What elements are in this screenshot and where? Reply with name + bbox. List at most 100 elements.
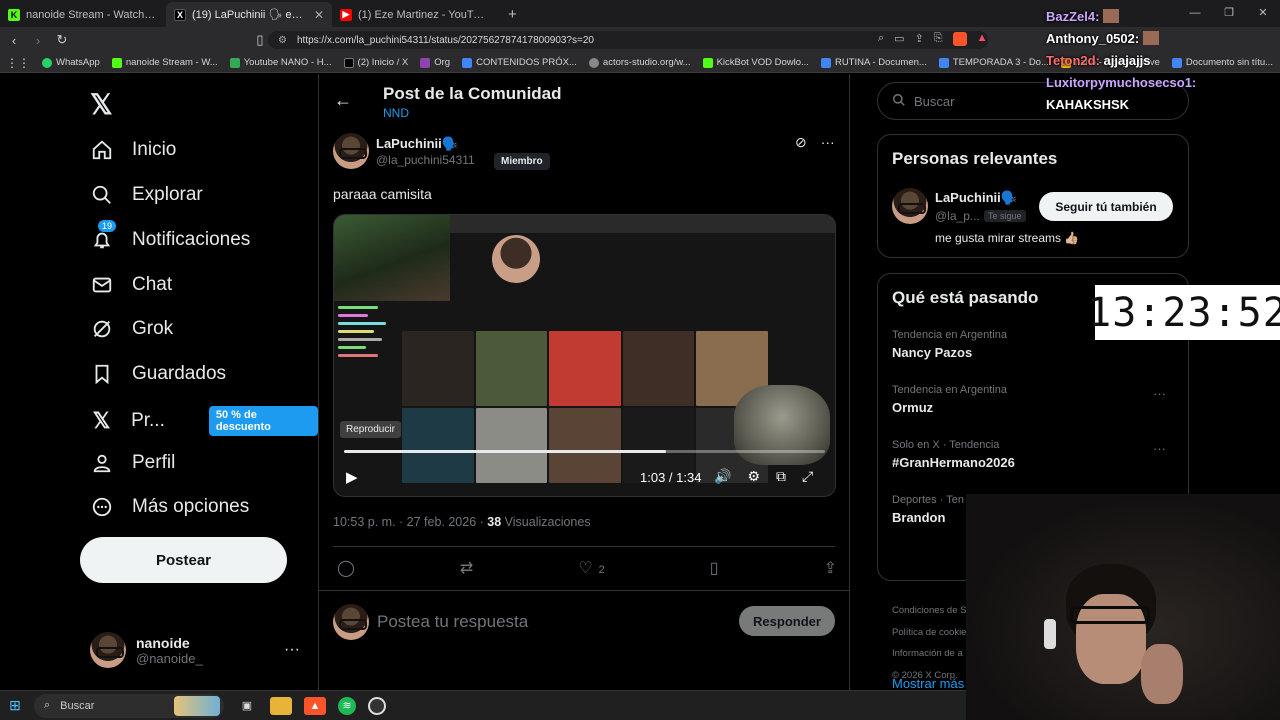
author-avatar[interactable] (892, 188, 928, 224)
forward-icon[interactable]: › (28, 33, 48, 48)
retweet-icon[interactable]: ⇄ (460, 558, 473, 578)
obs-icon[interactable] (368, 696, 386, 715)
tab-x-post[interactable]: X (19) LaPuchinii 🗣 en X: "paraaa ✕ (166, 2, 332, 27)
nav-bookmarks[interactable]: Guardados (90, 362, 226, 386)
close-tab-icon[interactable]: ✕ (314, 8, 324, 22)
more-icon[interactable]: ··· (1153, 441, 1166, 456)
trend-item[interactable]: Tendencia en Argentina Ormuz ··· (892, 384, 1176, 415)
reply-input[interactable]: Postea tu respuesta (377, 612, 528, 632)
tweet-timestamp[interactable]: 10:53 p. m. · 27 feb. 2026 · (333, 515, 487, 529)
settings-icon[interactable]: ⚙ (747, 468, 760, 485)
author-name[interactable]: LaPuchinii🗣️ (935, 190, 1017, 206)
bookmark-contenidos[interactable]: CONTENIDOS PRÓX... (456, 57, 583, 68)
bookmark-x-home[interactable]: (2) Inicio / X (338, 57, 415, 68)
sheet-icon (229, 57, 240, 68)
tab-youtube[interactable]: ▶ (1) Eze Martinez - YouTube (332, 2, 498, 27)
community-name[interactable]: NND (383, 106, 409, 120)
share-icon[interactable]: ⇪ (824, 558, 837, 578)
bookmark-label: Org (434, 57, 451, 68)
bookmark-org[interactable]: Org (414, 57, 456, 68)
task-view-icon[interactable]: ▣ (236, 697, 258, 715)
bookmark-label: actors-studio.org/w... (602, 57, 691, 68)
nav-more[interactable]: Más opciones (90, 495, 249, 519)
doc-icon (820, 57, 831, 68)
footer-link[interactable]: Condiciones de S (892, 600, 966, 622)
account-switcher[interactable]: nanoide @nanoide_ ··· (90, 632, 300, 668)
more-icon[interactable]: ··· (284, 641, 300, 659)
more-icon[interactable]: ··· (1153, 386, 1166, 401)
post-button[interactable]: Postear (80, 537, 287, 583)
apps-icon[interactable]: ⋮⋮ (0, 56, 36, 70)
follow-back-button[interactable]: Seguir tú también (1039, 192, 1173, 221)
fullscreen-icon[interactable]: ⤢ (802, 468, 813, 485)
site-info-icon[interactable]: ⚙ (278, 35, 287, 46)
nav-home[interactable]: Inicio (90, 138, 176, 162)
bookmark-icon[interactable]: ▯ (710, 558, 719, 578)
cast-icon[interactable]: ▭ (894, 32, 904, 46)
back-arrow-icon[interactable]: ← (334, 90, 352, 111)
video-player[interactable]: Reproducir ▶ 1:03 / 1:34 🔊 ⚙ ⧉ ⤢ (333, 214, 836, 497)
bookmark-temporada[interactable]: TEMPORADA 3 - Do... (933, 57, 1055, 68)
trend-topic: #GranHermano2026 (892, 455, 1015, 470)
zoom-icon[interactable]: ⌕ (878, 32, 884, 46)
bookmark-page-icon[interactable]: ▯ (250, 32, 270, 48)
file-explorer-icon[interactable] (270, 696, 292, 715)
footer-link[interactable]: Información de a (892, 643, 966, 665)
chat-user: Teton2d: (1046, 53, 1100, 68)
video-progress-bar[interactable] (344, 450, 825, 453)
nav-profile[interactable]: Perfil (90, 451, 175, 475)
like-button[interactable]: ♡ 2 (578, 558, 604, 578)
taskbar-search-label: Buscar (60, 699, 95, 712)
footer-link[interactable]: Política de cookie (892, 622, 966, 644)
x-logo-icon[interactable]: 𝕏 (90, 88, 113, 121)
windows-start-icon[interactable]: ⊞ (0, 697, 30, 714)
copy-icon[interactable]: ⎘ (934, 32, 943, 46)
trend-context: Solo en X · Tendencia (892, 439, 1000, 451)
reply-button[interactable]: Responder (739, 606, 835, 636)
back-icon[interactable]: ‹ (4, 33, 24, 48)
premium-discount-badge[interactable]: 50 % de descuento (208, 406, 318, 436)
play-icon[interactable]: ▶ (346, 468, 358, 486)
pip-icon[interactable]: ⧉ (776, 468, 786, 485)
spotify-icon[interactable]: ≋ (338, 696, 356, 715)
share-icon[interactable]: ⇪ (915, 32, 924, 46)
reply-icon[interactable]: ◯ (337, 558, 355, 578)
author-handle[interactable]: @la_p... (935, 209, 980, 223)
doc-icon (462, 57, 473, 68)
globe-icon (588, 57, 599, 68)
reload-icon[interactable]: ↻ (52, 32, 72, 48)
bookmark-rutina[interactable]: RUTINA - Documen... (815, 57, 933, 68)
bookmark-label: KickBot VOD Dowlo... (716, 57, 809, 68)
like-count: 2 (598, 564, 605, 576)
x-icon: X (174, 8, 186, 21)
member-badge: Miembro (494, 153, 550, 170)
bookmark-kick[interactable]: nanoide Stream - W... (106, 57, 224, 68)
nav-premium[interactable]: 𝕏 Pr... 50 % de descuento (90, 406, 318, 436)
taskbar-search[interactable]: ⌕ Buscar (34, 693, 224, 718)
bookmark-kickbot[interactable]: KickBot VOD Dowlo... (697, 57, 815, 68)
chat-user: Anthony_0502: (1046, 31, 1140, 46)
bookmark-youtube-nano[interactable]: Youtube NANO - H... (224, 57, 338, 68)
grok-icon[interactable]: ⊘ (795, 134, 807, 151)
volume-icon[interactable]: 🔊 (714, 468, 731, 485)
brave-shields-icon[interactable] (952, 32, 967, 46)
brave-browser-icon[interactable]: ▲ (304, 696, 326, 715)
bookmark-actors-studio[interactable]: actors-studio.org/w... (583, 57, 697, 68)
author-avatar[interactable] (333, 133, 369, 169)
brave-rewards-icon[interactable]: ▲ (977, 32, 988, 46)
new-tab-button[interactable]: + (498, 6, 527, 27)
nav-chat[interactable]: Chat (90, 273, 172, 297)
tab-kick[interactable]: K nanoide Stream - Watch Live on Kick (0, 2, 166, 27)
nav-notifications[interactable]: 19 Notificaciones (90, 220, 250, 252)
more-icon[interactable]: ··· (821, 134, 835, 151)
author-name[interactable]: LaPuchinii🗣️ (376, 136, 458, 152)
divider (333, 546, 835, 547)
views-count: 38 (487, 515, 502, 529)
kick-icon: K (8, 8, 20, 21)
video-progress-fill (344, 450, 667, 453)
author-handle[interactable]: @la_puchini54311 (376, 153, 475, 167)
trend-item[interactable]: Solo en X · Tendencia #GranHermano2026 ·… (892, 439, 1176, 470)
bookmark-whatsapp[interactable]: WhatsApp (36, 57, 106, 68)
nav-grok[interactable]: Grok (90, 317, 173, 341)
nav-explore[interactable]: Explorar (90, 183, 203, 207)
